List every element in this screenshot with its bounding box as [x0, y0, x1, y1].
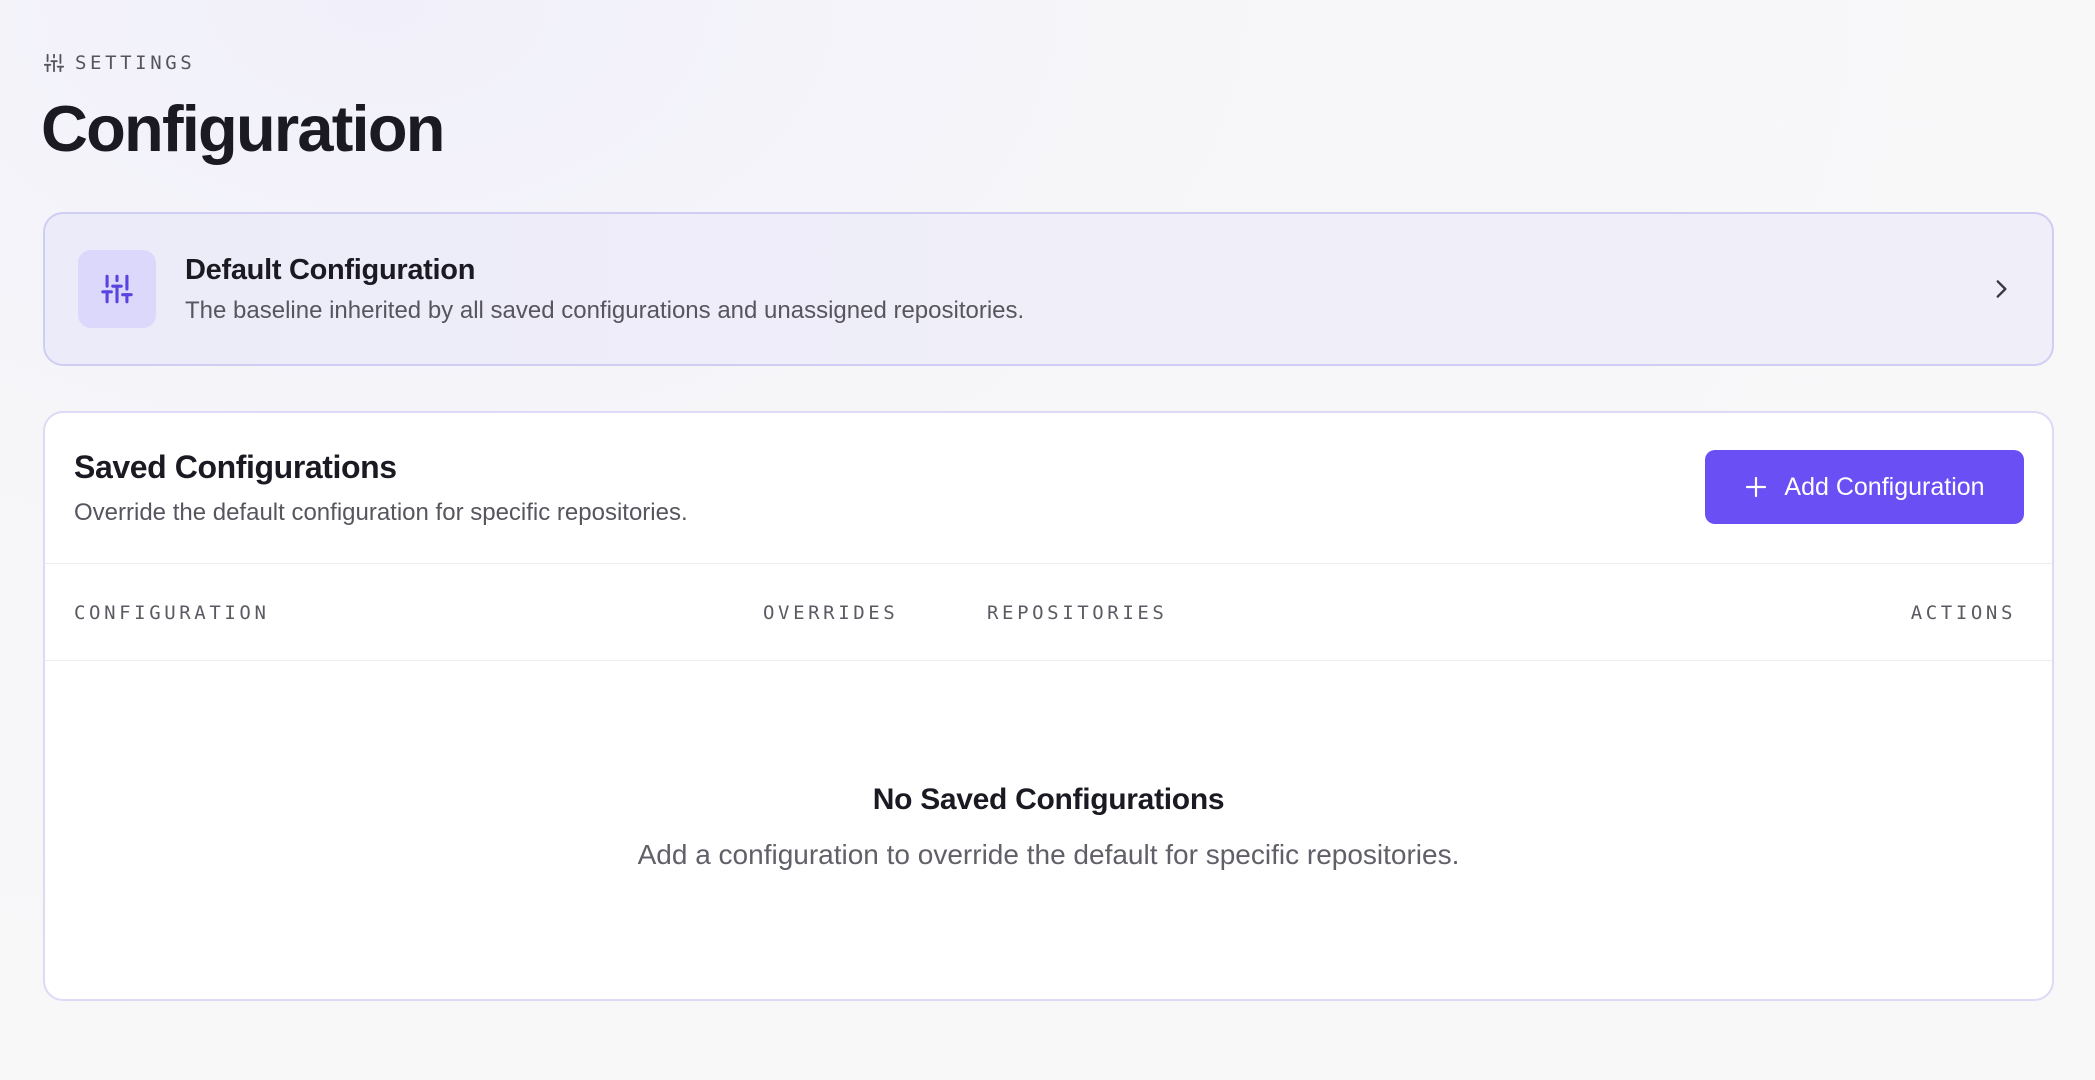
default-configuration-card[interactable]: Default Configuration The baseline inher… [43, 212, 2054, 366]
sliders-icon [43, 52, 65, 74]
saved-configurations-description: Override the default configuration for s… [74, 499, 688, 526]
column-header-configuration: CONFIGURATION [74, 602, 270, 624]
breadcrumb-label: SETTINGS [75, 52, 196, 74]
plus-icon [1744, 475, 1768, 499]
default-configuration-title: Default Configuration [185, 253, 476, 286]
saved-configurations-title: Saved Configurations [74, 449, 397, 485]
saved-configurations-header: Saved Configurations Override the defaul… [45, 413, 2052, 564]
column-header-overrides: OVERRIDES [763, 602, 899, 624]
chevron-right-icon[interactable] [1988, 276, 2014, 302]
default-configuration-description: The baseline inherited by all saved conf… [185, 296, 1025, 324]
column-header-actions: ACTIONS [1910, 602, 2016, 624]
add-configuration-label: Add Configuration [1784, 472, 1985, 501]
breadcrumb: SETTINGS [43, 52, 195, 74]
empty-state-description: Add a configuration to override the defa… [637, 839, 1460, 870]
table-header: CONFIGURATION OVERRIDES REPOSITORIES ACT… [45, 564, 2052, 661]
page-title: Configuration [41, 92, 445, 165]
empty-state-title: No Saved Configurations [872, 783, 1225, 816]
default-configuration-text: Default Configuration The baseline inher… [185, 253, 1024, 326]
add-configuration-button[interactable]: Add Configuration [1705, 450, 2024, 524]
default-configuration-icon-box [78, 250, 156, 328]
column-header-repositories: REPOSITORIES [987, 602, 1168, 624]
empty-state: No Saved Configurations Add a configurat… [45, 783, 2052, 871]
sliders-icon [100, 272, 134, 306]
saved-configurations-panel: Saved Configurations Override the defaul… [43, 411, 2054, 1001]
